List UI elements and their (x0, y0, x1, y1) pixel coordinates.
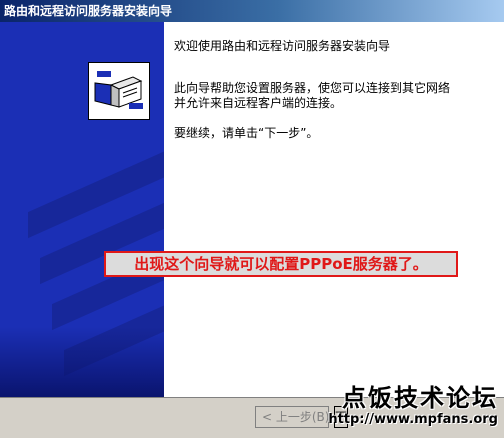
back-button[interactable]: < 上一步(B) (255, 406, 329, 428)
watermark-url: http://www.mpfans.org (328, 412, 498, 427)
annotation-callout: 出现这个向导就可以配置PPPoE服务器了。 (104, 251, 458, 277)
wizard-banner (0, 22, 164, 397)
watermark-title: 点饭技术论坛 (342, 383, 498, 412)
wizard-heading: 欢迎使用路由和远程访问服务器安装向导 (174, 39, 391, 53)
forum-watermark: 点饭技术论坛 http://www.mpfans.org (328, 384, 498, 428)
server-network-icon (88, 62, 150, 120)
banner-fade (0, 327, 164, 397)
window-title: 路由和远程访问服务器安装向导 (0, 0, 504, 22)
wizard-description: 此向导帮助您设置服务器，使您可以连接到其它网络 并允许来自远程客户端的连接。 (174, 81, 451, 110)
wizard-continue-hint: 要继续，请单击“下一步”。 (174, 126, 319, 140)
